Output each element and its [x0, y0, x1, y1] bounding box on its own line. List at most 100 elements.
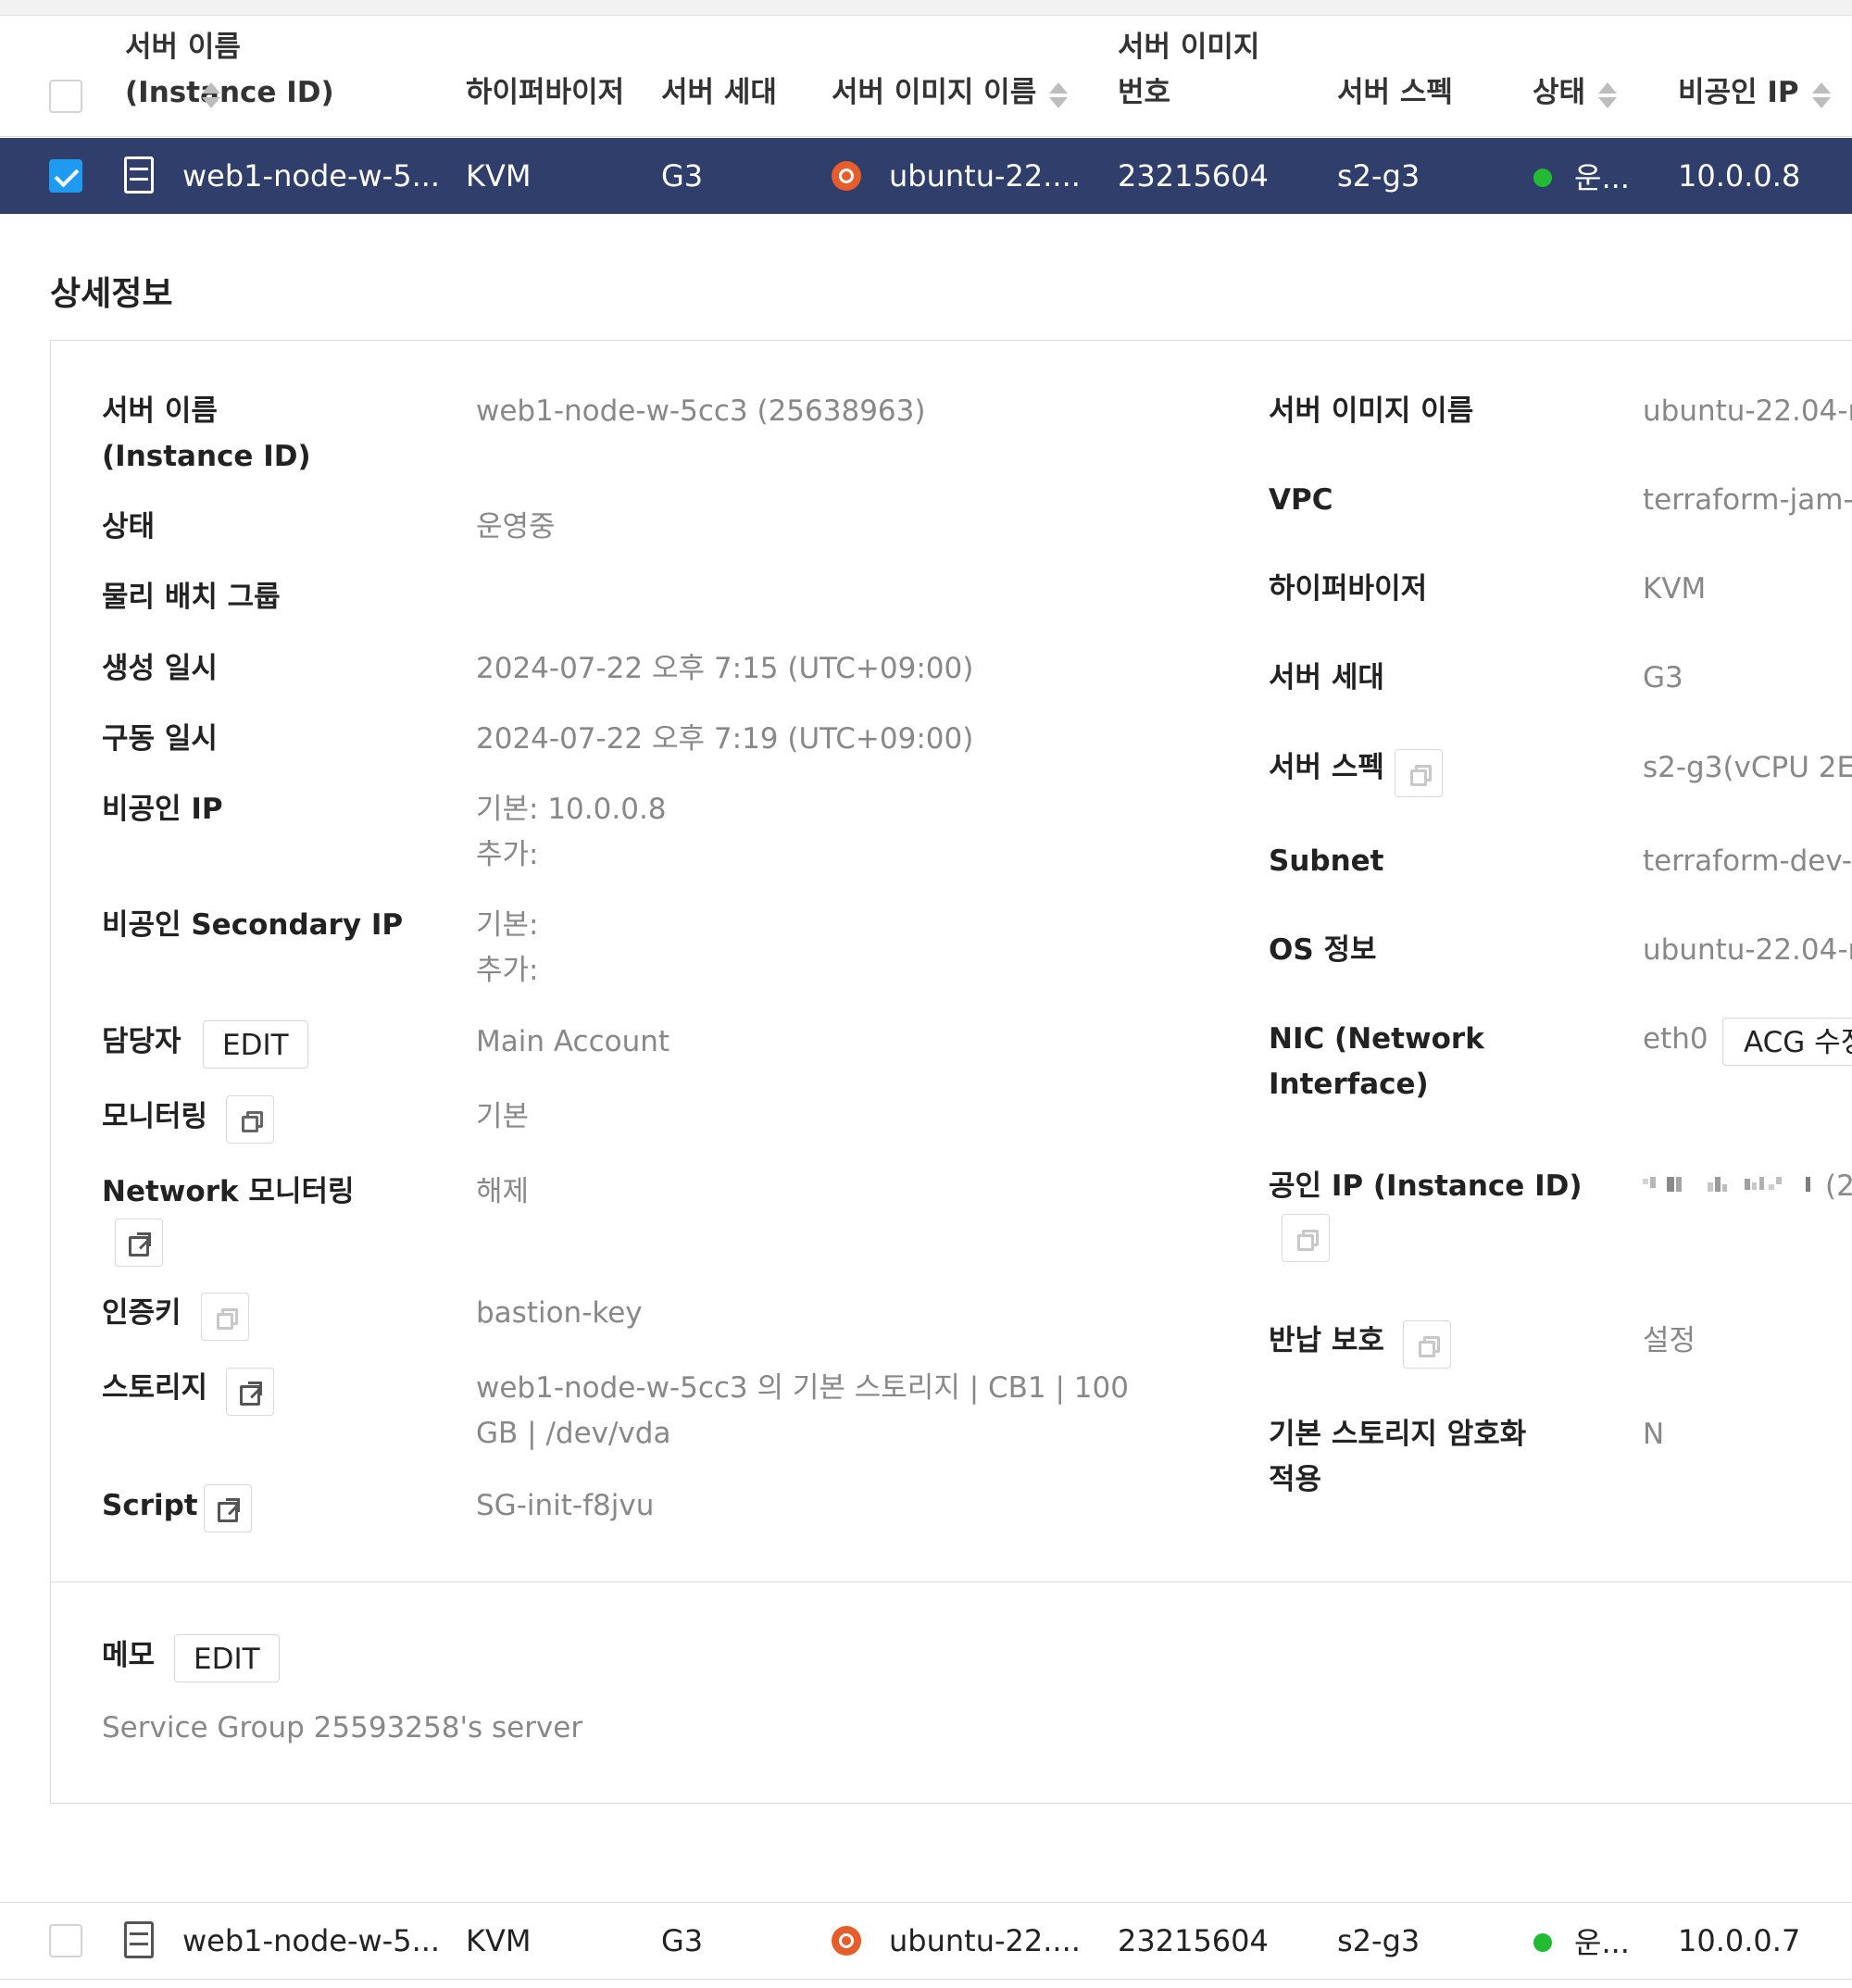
value-hypervisor: KVM: [1643, 572, 1707, 606]
copy-icon: [1297, 1230, 1319, 1251]
table-row[interactable]: web1-node-w-5... KVM G3 ubuntu-22.... 23…: [0, 1902, 1852, 1980]
column-header-generation: 서버 세대: [661, 16, 809, 136]
column-header-hypervisor: 하이퍼바이저: [466, 16, 651, 136]
value-auth-key: bastion-key: [476, 1296, 643, 1330]
sort-icon[interactable]: [202, 82, 220, 108]
label-storage-encryption: 기본 스토리지 암호화 적용: [1269, 1418, 1527, 1496]
copy-icon: [1419, 1336, 1440, 1357]
column-header-label: 서버 이름 (Instance ID): [125, 31, 334, 109]
generation: G3: [661, 1923, 704, 1958]
column-header-image-number: 서버 이미지 번호: [1118, 16, 1284, 136]
status-running-icon: [1533, 1933, 1552, 1952]
label-vpc: VPC: [1269, 483, 1333, 517]
server-name[interactable]: web1-node-w-5...: [182, 138, 440, 214]
spec-copy-button[interactable]: [1395, 749, 1443, 797]
memo-edit-button[interactable]: EDIT: [174, 1634, 280, 1682]
sort-icon[interactable]: [1049, 82, 1069, 108]
ubuntu-logo-icon: [832, 161, 861, 191]
sort-icon[interactable]: [1811, 82, 1831, 108]
return-protection-copy-button[interactable]: [1403, 1320, 1451, 1369]
label-os: OS 정보: [1269, 933, 1377, 967]
value-image-name: ubuntu-22.04-nk: [1643, 394, 1852, 428]
column-header-label: 서버 스펙: [1337, 76, 1453, 109]
auth-key-copy-button[interactable]: [201, 1293, 249, 1341]
value-private-ip-primary: 기본: 10.0.0.8: [476, 793, 667, 826]
value-script: SG-init-f8jvu: [476, 1489, 655, 1522]
table-header: 서버 이름 (Instance ID) 하이퍼바이저 서버 세대 서버 이미지 …: [0, 16, 1852, 137]
image-number: 23215604: [1118, 158, 1269, 194]
script-link-button[interactable]: [204, 1484, 252, 1532]
label-memo: 메모: [102, 1639, 156, 1672]
hypervisor: KVM: [466, 158, 532, 194]
public-ip-copy-button[interactable]: [1282, 1214, 1330, 1262]
status: 운...: [1574, 160, 1630, 195]
value-return-protection: 설정: [1643, 1324, 1696, 1357]
value-monitoring: 기본: [476, 1100, 530, 1133]
top-strip: [0, 0, 1852, 16]
value-server-name: web1-node-w-5cc3 (25638963): [476, 394, 926, 428]
server-icon: [124, 156, 154, 194]
label-status: 상태: [102, 510, 156, 544]
copy-icon: [242, 1111, 263, 1132]
label-subnet: Subnet: [1269, 844, 1384, 878]
table-row-selected[interactable]: web1-node-w-5... KVM G3 ubuntu-22.... 23…: [0, 138, 1852, 214]
image-name: ubuntu-22....: [889, 1923, 1081, 1958]
detail-title: 상세정보: [50, 275, 173, 313]
label-script: Script: [102, 1489, 198, 1522]
value-nic: eth0: [1643, 1022, 1708, 1056]
column-header-label: 상태: [1533, 76, 1586, 109]
label-server-name: 서버 이름 (Instance ID): [102, 394, 311, 473]
detail-panel: 서버 이름 (Instance ID) web1-node-w-5cc3 (25…: [50, 340, 1852, 1804]
value-network-monitoring: 해제: [476, 1175, 530, 1208]
external-link-icon: [218, 1498, 240, 1522]
value-created-at: 2024-07-22 오후 7:15 (UTC+09:00): [476, 652, 974, 685]
acg-edit-button[interactable]: ACG 수정: [1722, 1018, 1852, 1066]
external-link-icon: [240, 1382, 262, 1406]
label-secondary-ip: 비공인 Secondary IP: [102, 908, 404, 942]
server-spec: s2-g3: [1337, 158, 1420, 194]
label-storage: 스토리지: [102, 1371, 208, 1405]
row-checkbox[interactable]: [49, 1924, 82, 1957]
label-nic: NIC (Network Interface): [1269, 1022, 1484, 1101]
sort-icon[interactable]: [1598, 82, 1618, 108]
value-memo: Service Group 25593258's server: [102, 1711, 583, 1744]
column-header-label: 서버 이미지 번호: [1118, 31, 1260, 109]
column-header-status[interactable]: 상태: [1533, 16, 1653, 136]
value-os: ubuntu-22.04-nk: [1643, 933, 1852, 967]
redacted-ip-image: [1643, 1177, 1810, 1192]
ubuntu-logo-icon: [832, 1926, 861, 1956]
label-network-monitoring: Network 모니터링: [102, 1175, 355, 1208]
column-header-label: 하이퍼바이저: [466, 76, 625, 109]
column-header-image-name[interactable]: 서버 이미지 이름: [832, 16, 1072, 136]
value-subnet: terraform-dev-p: [1643, 844, 1852, 878]
row-checkbox[interactable]: [49, 159, 82, 193]
value-storage: web1-node-w-5cc3 의 기본 스토리지 | CB1 | 100 G…: [476, 1371, 1129, 1450]
value-storage-encryption: N: [1643, 1418, 1665, 1451]
value-private-ip-additional: 추가:: [476, 838, 539, 871]
label-owner: 담당자: [102, 1025, 181, 1058]
column-header-server-name[interactable]: 서버 이름 (Instance ID): [125, 16, 403, 136]
network-monitoring-link-button[interactable]: [115, 1219, 163, 1267]
value-secondary-ip-additional: 추가:: [476, 954, 539, 987]
image-name: ubuntu-22....: [889, 158, 1081, 194]
value-spec: s2-g3(vCPU 2EA: [1643, 751, 1852, 784]
label-created-at: 생성 일시: [102, 652, 218, 685]
copy-icon: [1410, 765, 1432, 786]
label-public-ip: 공인 IP (Instance ID): [1269, 1169, 1583, 1203]
label-monitoring: 모니터링: [102, 1100, 208, 1133]
owner-edit-button[interactable]: EDIT: [203, 1020, 308, 1069]
status: 운...: [1574, 1925, 1630, 1960]
column-header-label: 비공인 IP: [1678, 76, 1799, 109]
column-header-private-ip[interactable]: 비공인 IP: [1678, 16, 1852, 136]
value-vpc: terraform-jam-d: [1643, 483, 1852, 517]
value-generation: G3: [1643, 661, 1683, 694]
label-hypervisor: 하이퍼바이저: [1269, 572, 1428, 606]
generation: G3: [661, 158, 704, 194]
server-spec: s2-g3: [1337, 1923, 1420, 1958]
private-ip: 10.0.0.8: [1678, 158, 1801, 194]
external-link-icon: [129, 1232, 151, 1257]
monitoring-copy-button[interactable]: [226, 1095, 274, 1144]
server-name[interactable]: web1-node-w-5...: [182, 1903, 440, 1979]
select-all-checkbox[interactable]: [49, 80, 82, 113]
storage-link-button[interactable]: [226, 1368, 274, 1416]
